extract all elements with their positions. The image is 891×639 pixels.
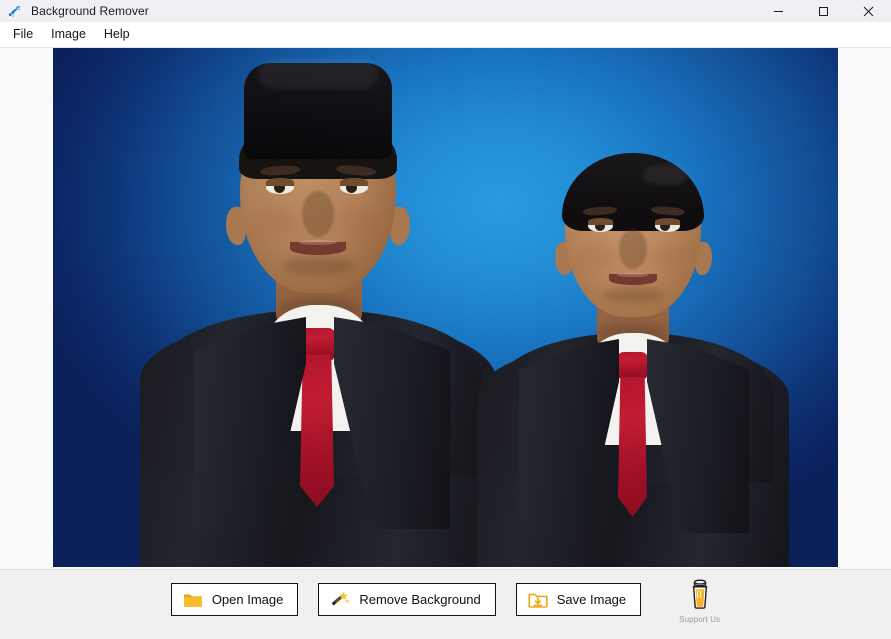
cheek-left-a: [252, 207, 298, 237]
folder-open-icon: [183, 590, 203, 610]
minimize-icon[interactable]: [756, 0, 801, 22]
hair-right: [562, 153, 704, 231]
close-icon[interactable]: [846, 0, 891, 22]
tie-right-knot: [617, 352, 648, 381]
nose-right: [619, 229, 647, 269]
chin-shadow-right: [603, 287, 663, 303]
support-us-button[interactable]: Support Us: [679, 579, 720, 624]
app-brush-icon: [7, 3, 23, 19]
save-image-label: Save Image: [556, 592, 627, 607]
menu-bar: File Image Help: [0, 22, 891, 47]
coffee-cup-icon: [689, 579, 711, 614]
application-window: Background Remover File Image Help Open …: [0, 0, 891, 639]
cheek-left-b: [338, 207, 384, 237]
menu-item-image[interactable]: Image: [42, 24, 95, 44]
hair-right-part: [643, 165, 687, 185]
magic-wand-icon: [330, 590, 350, 610]
title-bar-left: Background Remover: [0, 3, 149, 19]
window-title: Background Remover: [31, 4, 149, 18]
open-image-label: Open Image: [211, 592, 284, 607]
chin-shadow-left: [283, 257, 353, 275]
preview-image: [53, 48, 838, 567]
portrait-subject-left: [140, 59, 496, 567]
cheek-right-b: [651, 243, 691, 269]
menu-item-help[interactable]: Help: [95, 24, 139, 44]
remove-background-label: Remove Background: [359, 592, 481, 607]
eyelid-left-b: [340, 178, 368, 186]
portrait-subject-right: [477, 112, 789, 567]
bottom-toolbar: Open Image Remove Background Save Image …: [0, 570, 891, 639]
tie-left-blade: [300, 355, 334, 507]
eyelid-right-b: [655, 218, 680, 225]
eyelid-right-a: [588, 218, 613, 225]
support-us-label: Support Us: [679, 615, 721, 624]
nose-left: [302, 191, 334, 237]
folder-save-icon: [528, 590, 548, 610]
eyelid-left-a: [266, 178, 294, 186]
peci-cap-left-highlight: [258, 59, 378, 89]
menu-item-file[interactable]: File: [4, 24, 42, 44]
maximize-icon[interactable]: [801, 0, 846, 22]
window-controls: [756, 0, 891, 22]
tie-right-blade: [618, 377, 647, 517]
title-bar: Background Remover: [0, 0, 891, 22]
open-image-button[interactable]: Open Image: [170, 583, 299, 616]
save-image-button[interactable]: Save Image: [515, 583, 642, 616]
lip-highlight-left: [299, 240, 337, 245]
lip-highlight-right: [617, 273, 649, 277]
remove-background-button[interactable]: Remove Background: [318, 583, 496, 616]
image-canvas[interactable]: [0, 47, 891, 570]
cheek-right-a: [577, 243, 617, 269]
